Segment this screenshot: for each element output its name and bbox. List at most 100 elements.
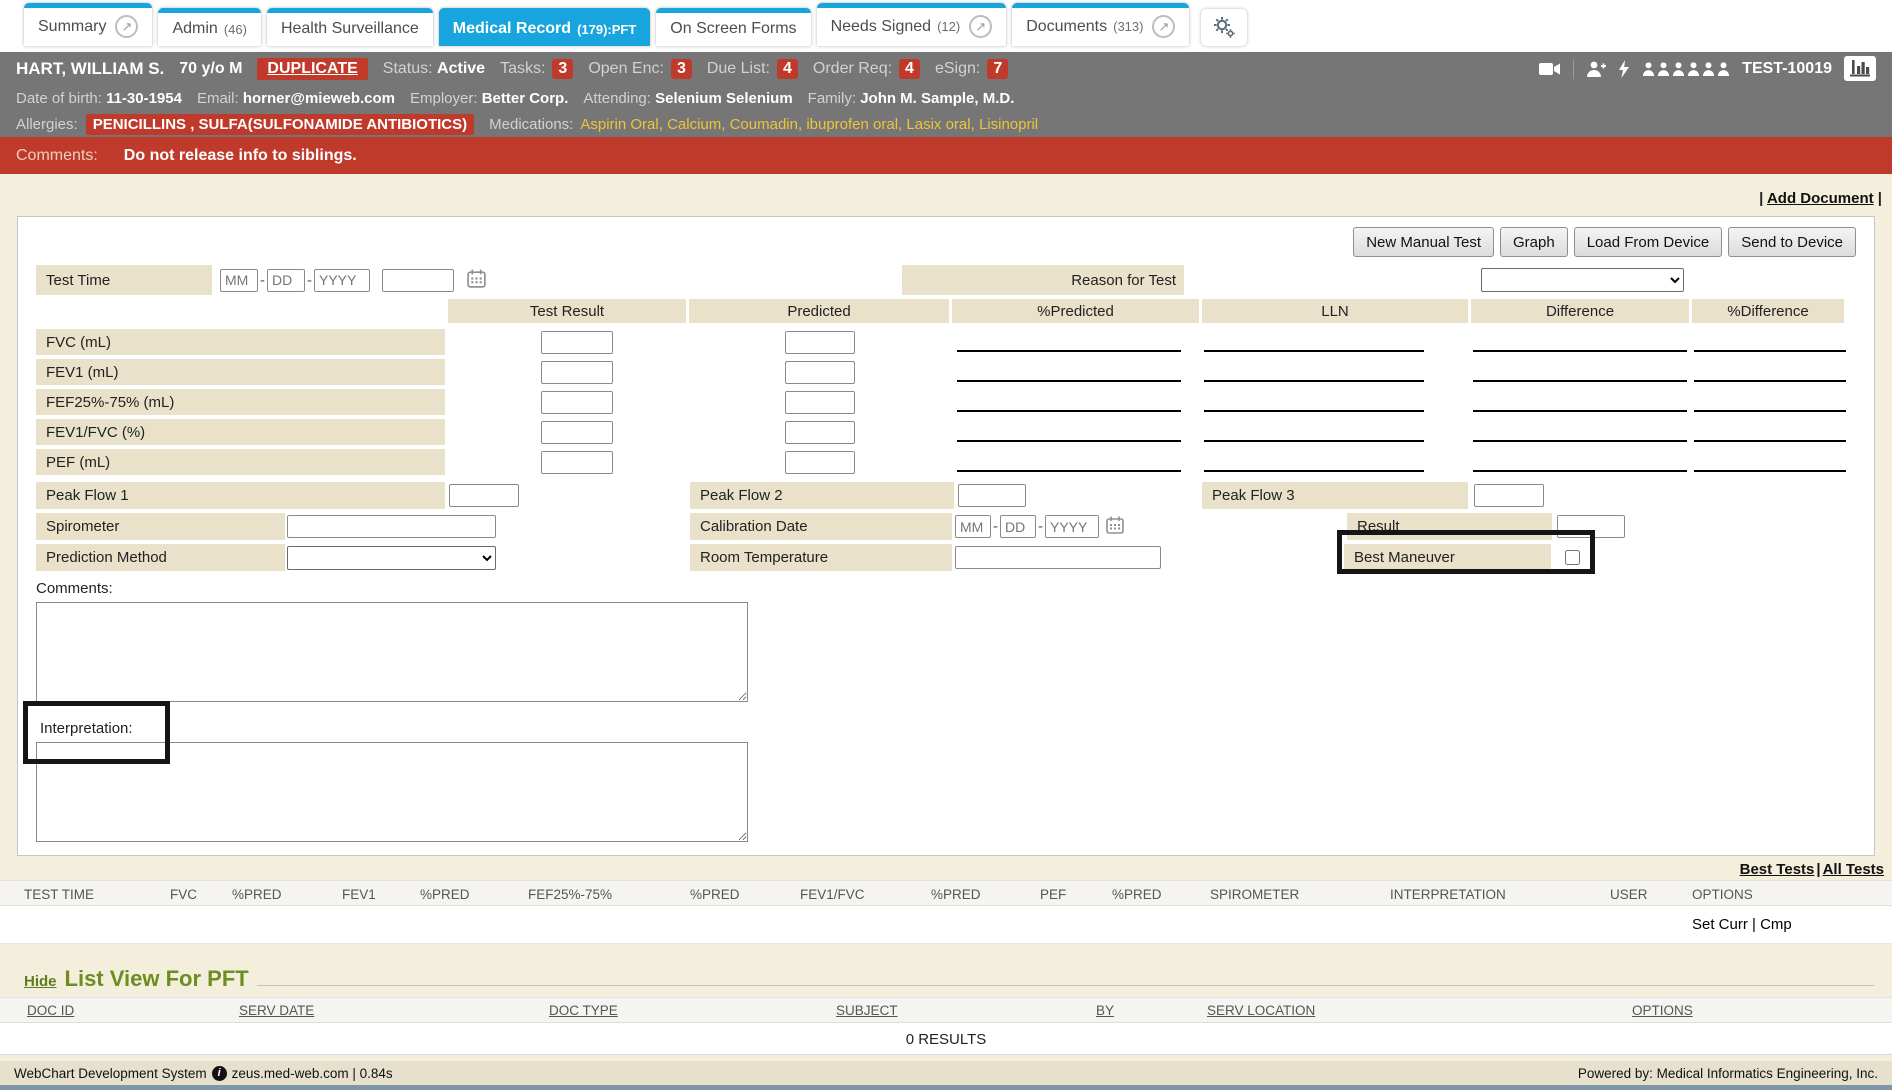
tab-on-screen-forms[interactable]: On Screen Forms [656, 8, 810, 46]
patient-age-sex: 70 y/o M [179, 60, 242, 78]
calibration-month-input[interactable] [955, 515, 991, 538]
all-tests-link[interactable]: All Tests [1823, 861, 1884, 878]
email-value: horner@mieweb.com [243, 90, 395, 107]
fvc-predicted-input[interactable] [785, 331, 855, 354]
tasks-count-badge[interactable]: 3 [552, 59, 573, 79]
fev1-fvc-difference-line [1473, 440, 1687, 442]
calendar-icon[interactable] [1105, 515, 1125, 539]
allergies-label: Allergies: [16, 116, 78, 133]
open-enc-count-badge[interactable]: 3 [671, 59, 692, 79]
test-time-time-input[interactable] [382, 269, 454, 292]
results-header-fev1-fvc: FEV1/FVC [800, 887, 865, 902]
col-header-pct-predicted: %Predicted [952, 299, 1199, 323]
tab-admin[interactable]: Admin (46) [158, 8, 260, 46]
footer-host: zeus.med-web.com | 0.84s [232, 1066, 393, 1081]
tab-needs-signed[interactable]: Needs Signed (12) [817, 3, 1007, 46]
new-manual-test-button[interactable]: New Manual Test [1353, 227, 1494, 257]
tasks-label: Tasks: [500, 60, 545, 78]
tab-documents[interactable]: Documents (313) [1012, 3, 1189, 46]
room-temperature-input[interactable] [955, 546, 1161, 569]
medication-link[interactable]: Coumadin [730, 116, 807, 133]
medication-link[interactable]: Lasix oral [906, 116, 979, 133]
pef-predicted-input[interactable] [785, 451, 855, 474]
tab-summary[interactable]: Summary [24, 3, 152, 46]
esign-count-badge[interactable]: 7 [987, 59, 1008, 79]
order-req-count-badge[interactable]: 4 [899, 59, 920, 79]
results-header-pct-pred: %PRED [420, 887, 470, 902]
medication-link[interactable]: Calcium [667, 116, 730, 133]
doc-header-subject[interactable]: SUBJECT [836, 1003, 898, 1018]
peak-flow-2-input[interactable] [958, 484, 1026, 507]
peak-flow-3-label: Peak Flow 3 [1202, 482, 1468, 509]
tab-count: (46) [224, 22, 247, 37]
calendar-icon[interactable] [466, 268, 487, 293]
best-tests-link[interactable]: Best Tests [1740, 861, 1823, 878]
fvc-test-result-input[interactable] [541, 331, 613, 354]
set-curr-cmp-links[interactable]: Set Curr | Cmp [1692, 916, 1792, 933]
comments-textarea[interactable] [36, 602, 748, 702]
pef-test-result-input[interactable] [541, 451, 613, 474]
due-list-count-badge[interactable]: 4 [777, 59, 798, 79]
hide-link[interactable]: Hide [24, 973, 57, 990]
best-maneuver-checkbox[interactable] [1565, 550, 1580, 565]
results-header-pct-pred: %PRED [1112, 887, 1162, 902]
doc-header-serv-location[interactable]: SERV LOCATION [1207, 1003, 1315, 1018]
comments-label: Comments: [16, 147, 98, 165]
flowsheet-chart-icon[interactable] [1844, 56, 1876, 81]
results-header-test-time: TEST TIME [24, 887, 94, 902]
fev1-test-result-input[interactable] [541, 361, 613, 384]
add-person-icon[interactable] [1586, 60, 1606, 78]
fef-predicted-input[interactable] [785, 391, 855, 414]
fev1-fvc-test-result-input[interactable] [541, 421, 613, 444]
peak-flow-3-input[interactable] [1474, 484, 1544, 507]
medication-link[interactable]: Lisinopril [979, 116, 1038, 133]
add-document-link[interactable]: Add Document [1767, 190, 1874, 207]
medication-link[interactable]: Aspirin Oral [580, 116, 667, 133]
tab-medical-record[interactable]: Medical Record (179):PFT [439, 8, 651, 46]
allergies-badge[interactable]: PENICILLINS , SULFA(SULFONAMIDE ANTIBIOT… [86, 114, 474, 135]
fev1-predicted-input[interactable] [785, 361, 855, 384]
pef-difference-line [1473, 470, 1687, 472]
load-from-device-button[interactable]: Load From Device [1574, 227, 1723, 257]
calibration-year-input[interactable] [1045, 515, 1099, 538]
fvc-difference-line [1473, 350, 1687, 352]
lightning-bolt-icon[interactable] [1618, 60, 1630, 78]
open-new-window-icon[interactable] [1152, 15, 1175, 38]
test-time-year-input[interactable] [314, 269, 370, 292]
spirometer-input[interactable] [287, 515, 496, 538]
calibration-day-input[interactable] [1000, 515, 1036, 538]
doc-header-serv-date[interactable]: SERV DATE [239, 1003, 314, 1018]
document-table-empty-row: 0 RESULTS [0, 1023, 1892, 1055]
fev1-fvc-predicted-input[interactable] [785, 421, 855, 444]
doc-header-options[interactable]: OPTIONS [1632, 1003, 1693, 1018]
prediction-method-label: Prediction Method [36, 544, 285, 571]
info-icon[interactable] [212, 1066, 227, 1081]
open-new-window-icon[interactable] [115, 15, 138, 38]
care-team-people-icons[interactable] [1642, 61, 1730, 77]
test-time-day-input[interactable] [267, 269, 305, 292]
reason-for-test-select[interactable] [1481, 268, 1684, 292]
peak-flow-1-input[interactable] [449, 484, 519, 507]
medication-link[interactable]: ibuprofen oral [806, 116, 906, 133]
tests-links-row: Best TestsAll Tests [0, 856, 1892, 880]
settings-gears-icon[interactable] [1201, 9, 1247, 46]
video-call-icon[interactable] [1539, 61, 1561, 77]
patient-details-bar: Date of birth: 11-30-1954 Email: horner@… [0, 85, 1892, 112]
fef-test-result-input[interactable] [541, 391, 613, 414]
doc-header-doc-id[interactable]: DOC ID [27, 1003, 74, 1018]
doc-header-by[interactable]: BY [1096, 1003, 1114, 1018]
fef-difference-line [1473, 410, 1687, 412]
tab-health-surveillance[interactable]: Health Surveillance [267, 8, 433, 46]
footer-powered-by: Powered by: Medical Informatics Engineer… [1578, 1066, 1878, 1081]
fev1-fvc-pct-predicted-line [957, 440, 1181, 442]
graph-button[interactable]: Graph [1500, 227, 1568, 257]
doc-header-doc-type[interactable]: DOC TYPE [549, 1003, 618, 1018]
open-new-window-icon[interactable] [969, 15, 992, 38]
duplicate-badge[interactable]: DUPLICATE [257, 58, 367, 80]
test-time-month-input[interactable] [220, 269, 258, 292]
result-input[interactable] [1557, 515, 1625, 538]
interpretation-textarea[interactable] [36, 742, 748, 842]
prediction-method-select[interactable] [287, 546, 496, 570]
fev1-fvc-pct-difference-line [1694, 440, 1846, 442]
send-to-device-button[interactable]: Send to Device [1728, 227, 1856, 257]
